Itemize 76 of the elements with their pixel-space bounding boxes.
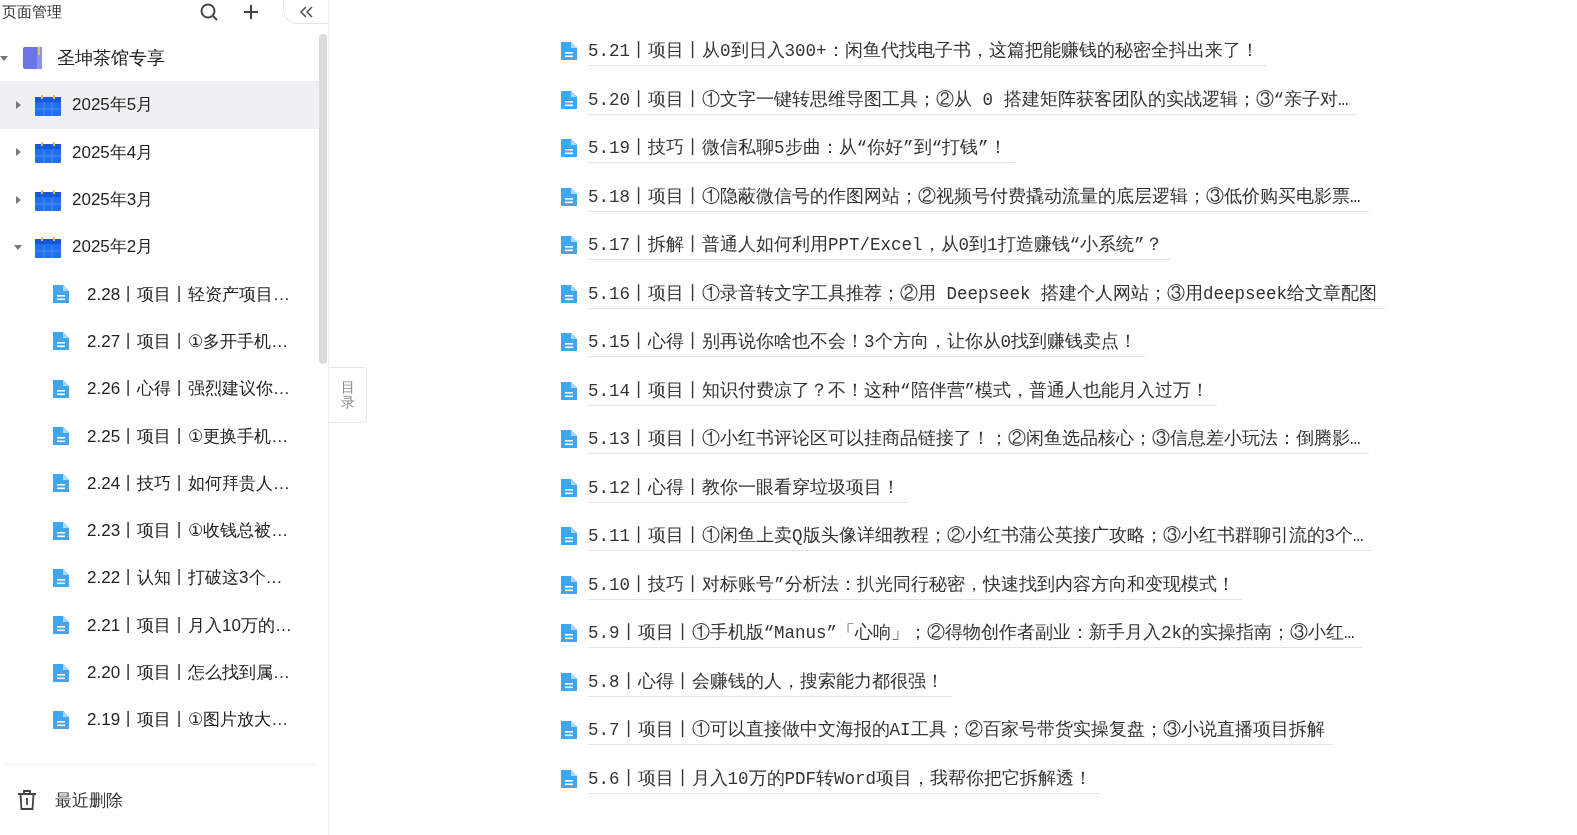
document-icon (560, 283, 578, 304)
document-link[interactable]: 5.8丨心得丨会赚钱的人，搜索能力都很强！ (588, 666, 952, 697)
document-icon (560, 41, 578, 62)
tree-item[interactable]: 2.22丨认知丨打破这3个… (0, 554, 319, 602)
document-icon (560, 332, 578, 353)
calendar-icon (35, 93, 61, 116)
tree-item[interactable]: 2.20丨项目丨怎么找到属… (0, 648, 319, 697)
calendar-icon (35, 141, 61, 164)
document-link[interactable]: 5.12丨心得丨教你一眼看穿垃圾项目！ (588, 472, 908, 503)
document-icon (560, 138, 578, 159)
scrollbar[interactable] (319, 34, 327, 364)
plus-icon[interactable] (243, 4, 259, 20)
document-link[interactable]: 5.21丨项目丨从0到日入300+：闲鱼代找电子书，这篇把能赚钱的秘密全抖出来了！ (588, 36, 1267, 67)
tree-item[interactable]: 2025年3月 (0, 175, 319, 224)
document-icon (560, 235, 578, 256)
tree-item[interactable]: 2.21丨项目丨月入10万的… (0, 601, 319, 649)
document-icon (560, 89, 578, 110)
document-link[interactable]: 5.11丨项目丨①闲鱼上卖Q版头像详细教程；②小红书蒲公英接广攻略；③小红书群聊引流的3个… (588, 521, 1372, 552)
document-link[interactable]: 5.19丨技巧丨微信私聊5步曲：从“你好”到“打钱”！ (588, 133, 1015, 164)
calendar-icon (35, 188, 61, 211)
calendar-icon (35, 235, 61, 258)
document-icon (52, 378, 70, 399)
document-icon (560, 526, 578, 547)
document-link[interactable]: 5.6丨项目丨月入10万的PDF转Word项目，我帮你把它拆解透！ (588, 763, 1101, 794)
tree-item[interactable]: 2.28丨项目丨轻资产项目… (0, 270, 319, 318)
document-link[interactable]: 5.16丨项目丨①录音转文字工具推荐；②用 Deepseek 搭建个人网站；③用deepseek给文章配图 (588, 278, 1386, 309)
tree-item[interactable]: 圣坤茶馆专享 (0, 34, 319, 82)
document-icon (52, 567, 70, 588)
book-icon (22, 45, 44, 70)
caret-icon[interactable] (13, 100, 22, 109)
toc-tab[interactable]: 目录 (329, 367, 367, 423)
document-icon (52, 662, 70, 683)
document-icon (560, 186, 578, 207)
document-icon (560, 429, 578, 450)
document-link[interactable]: 5.18丨项目丨①隐蔽微信号的作图网站；②视频号付费撬动流量的底层逻辑；③低价购买电影票… (588, 181, 1369, 212)
tree-item[interactable]: 2025年2月 (0, 223, 319, 271)
collapse-button[interactable] (283, 0, 328, 24)
document-link[interactable]: 5.17丨拆解丨普通人如何利用PPT/Excel，从0到1打造赚钱“小系统”？ (588, 230, 1171, 261)
document-icon (52, 331, 70, 352)
document-icon (52, 709, 70, 730)
document-link[interactable]: 5.10丨技巧丨对标账号”分析法：扒光同行秘密，快速找到内容方向和变现模式！ (588, 569, 1243, 600)
document-icon (52, 426, 70, 446)
search-icon[interactable] (199, 2, 219, 22)
tree-item[interactable]: 2.27丨项目丨①多开手机… (0, 317, 319, 366)
document-link[interactable]: 5.20丨项目丨①文字一键转思维导图工具；②从 0 搭建矩阵获客团队的实战逻辑；③“亲子对… (588, 84, 1357, 115)
document-icon (52, 473, 70, 494)
document-link[interactable]: 5.13丨项目丨①小红书评论区可以挂商品链接了！；②闲鱼选品核心；③信息差小玩法：倒腾影… (588, 424, 1369, 455)
tree-item[interactable]: 2.24丨技巧丨如何拜贵人… (0, 459, 319, 507)
document-icon (560, 671, 578, 692)
caret-icon[interactable] (13, 242, 22, 251)
document-icon (560, 623, 578, 644)
panel-title: 页面管理 (2, 2, 62, 22)
document-link[interactable]: 5.9丨项目丨①手机版“Manus”「心响」；②得物创作者副业：新手月入2k的实操指南；③小红… (588, 618, 1363, 649)
tree-item[interactable]: 2025年5月 (0, 81, 319, 129)
tree-item[interactable]: 2.26丨心得丨强烈建议你… (0, 365, 319, 413)
double-chevron-icon (299, 5, 313, 18)
tree-item[interactable]: 2.23丨项目丨①收钱总被… (0, 506, 319, 555)
document-icon (52, 284, 70, 305)
trash-icon (17, 789, 37, 811)
document-link[interactable]: 5.14丨项目丨知识付费凉了？不！这种“陪伴营”模式，普通人也能月入过万！ (588, 375, 1217, 406)
document-icon (560, 477, 578, 498)
tree-item[interactable]: 2025年4月 (0, 128, 319, 176)
document-icon (52, 520, 70, 541)
document-icon (560, 720, 578, 741)
document-icon (52, 615, 70, 636)
document-icon (560, 768, 578, 789)
caret-icon[interactable] (0, 53, 8, 62)
tree-item[interactable]: 2.19丨项目丨①图片放大… (0, 696, 319, 744)
document-link[interactable]: 5.15丨心得丨别再说你啥也不会！3个方向，让你从0找到赚钱卖点！ (588, 327, 1145, 358)
document-icon (560, 574, 578, 595)
tree-item[interactable]: 2.25丨项目丨①更换手机… (0, 412, 319, 460)
caret-icon[interactable] (13, 195, 22, 204)
document-link[interactable]: 5.7丨项目丨①可以直接做中文海报的AI工具；②百家号带货实操复盘；③小说直播项目拆解 (588, 715, 1333, 746)
caret-icon[interactable] (13, 148, 22, 157)
document-icon (560, 380, 578, 401)
recently-deleted-button[interactable]: 最近删除 (5, 764, 318, 835)
